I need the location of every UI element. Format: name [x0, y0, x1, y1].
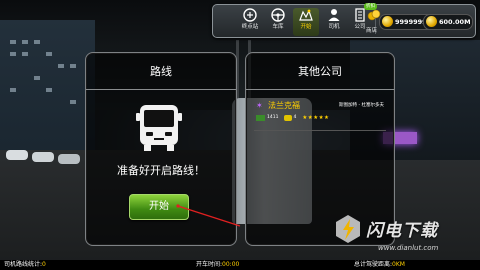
route-stats: 司机路线统计:0	[4, 260, 46, 270]
status-bar: 司机路线统计:0 开车时间:00:00 总计驾驶距离:0KM	[0, 260, 480, 270]
watermark-url: www.dianlut.com	[378, 244, 439, 252]
drive-time-value: 00:00	[222, 261, 240, 268]
watermark: 闪电下载 www.dianlut.com	[334, 214, 474, 260]
drive-time: 开车时间:00:00	[196, 260, 239, 270]
distance-value: 0KM	[392, 261, 405, 268]
watermark-text: 闪电下载	[366, 221, 438, 241]
lightning-logo-icon	[336, 215, 360, 243]
drive-time-label: 开车时间:	[196, 261, 223, 268]
route-stats-label: 司机路线统计:	[4, 261, 43, 268]
route-stats-value: 0	[42, 261, 46, 268]
total-distance: 总计驾驶距离:0KM	[354, 260, 405, 270]
distance-label: 总计驾驶距离:	[354, 261, 393, 268]
